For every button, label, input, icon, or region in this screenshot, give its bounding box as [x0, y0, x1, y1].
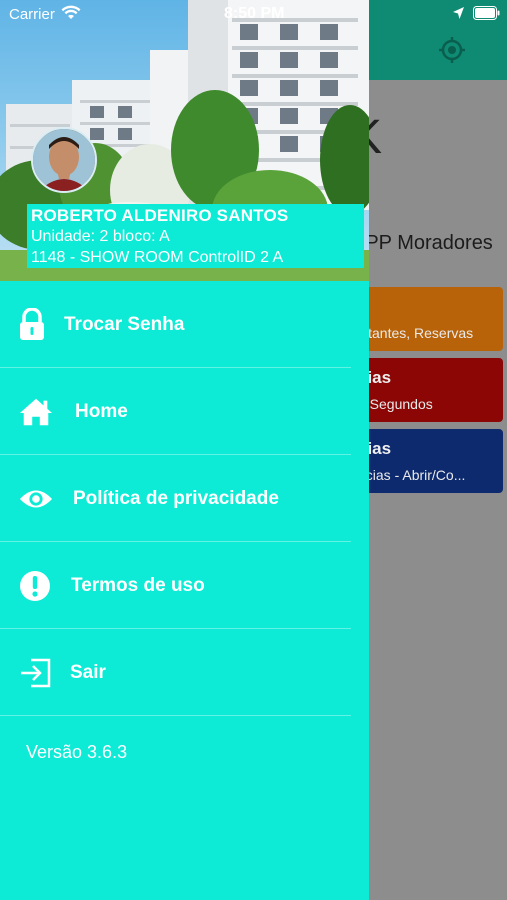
- menu-item-trocar-senha[interactable]: Trocar Senha: [0, 281, 351, 368]
- menu-item-label: Trocar Senha: [64, 314, 185, 335]
- menu-item-home[interactable]: Home: [0, 368, 351, 455]
- menu-item-termos-de-uso[interactable]: Termos de uso: [0, 542, 351, 629]
- user-photo: [33, 129, 95, 191]
- feature-card-subtitle: sitantes, Reservas: [358, 325, 474, 341]
- drawer-header: ROBERTO ALDENIRO SANTOS Unidade: 2 bloco…: [0, 0, 369, 281]
- app-subtitle: APP Moradores: [352, 232, 493, 254]
- menu-item-label: Termos de uso: [71, 575, 205, 596]
- menu-item-label: Sair: [70, 662, 106, 683]
- eye-icon: [19, 482, 53, 516]
- menu-item-politica-de-privacidade[interactable]: Política de privacidade: [0, 455, 351, 542]
- lock-icon: [15, 308, 49, 342]
- menu-item-label: Política de privacidade: [73, 488, 279, 509]
- user-condominium: 1148 - SHOW ROOM ControlID 2 A: [31, 249, 284, 266]
- app-version: Versão 3.6.3: [26, 742, 128, 762]
- battery-icon: [473, 6, 500, 20]
- user-info-box: ROBERTO ALDENIRO SANTOS Unidade: 2 bloco…: [27, 204, 364, 268]
- alert-circle-icon: [18, 569, 52, 603]
- carrier-label: Carrier: [9, 6, 55, 23]
- status-bar: Carrier 8:50 PM: [0, 0, 507, 28]
- drawer-menu: Trocar Senha Home Política de privacidad…: [0, 281, 369, 716]
- location-arrow-icon: [453, 7, 464, 19]
- logout-icon: [18, 656, 52, 690]
- menu-item-label: Home: [75, 401, 128, 422]
- menu-item-sair[interactable]: Sair: [0, 629, 351, 716]
- navigation-drawer: ROBERTO ALDENIRO SANTOS Unidade: 2 bloco…: [0, 0, 369, 900]
- home-icon: [19, 395, 53, 429]
- feature-card-subtitle: ncias - Abrir/Co...: [358, 467, 466, 483]
- wifi-icon: [61, 5, 81, 19]
- avatar[interactable]: [31, 127, 97, 193]
- clock: 8:50 PM: [224, 5, 285, 22]
- feature-card-subtitle: 2 Segundos: [358, 396, 433, 412]
- user-unit: Unidade: 2 bloco: A: [31, 228, 170, 245]
- user-name: ROBERTO ALDENIRO SANTOS: [31, 206, 289, 225]
- gps-target-icon[interactable]: [438, 36, 466, 64]
